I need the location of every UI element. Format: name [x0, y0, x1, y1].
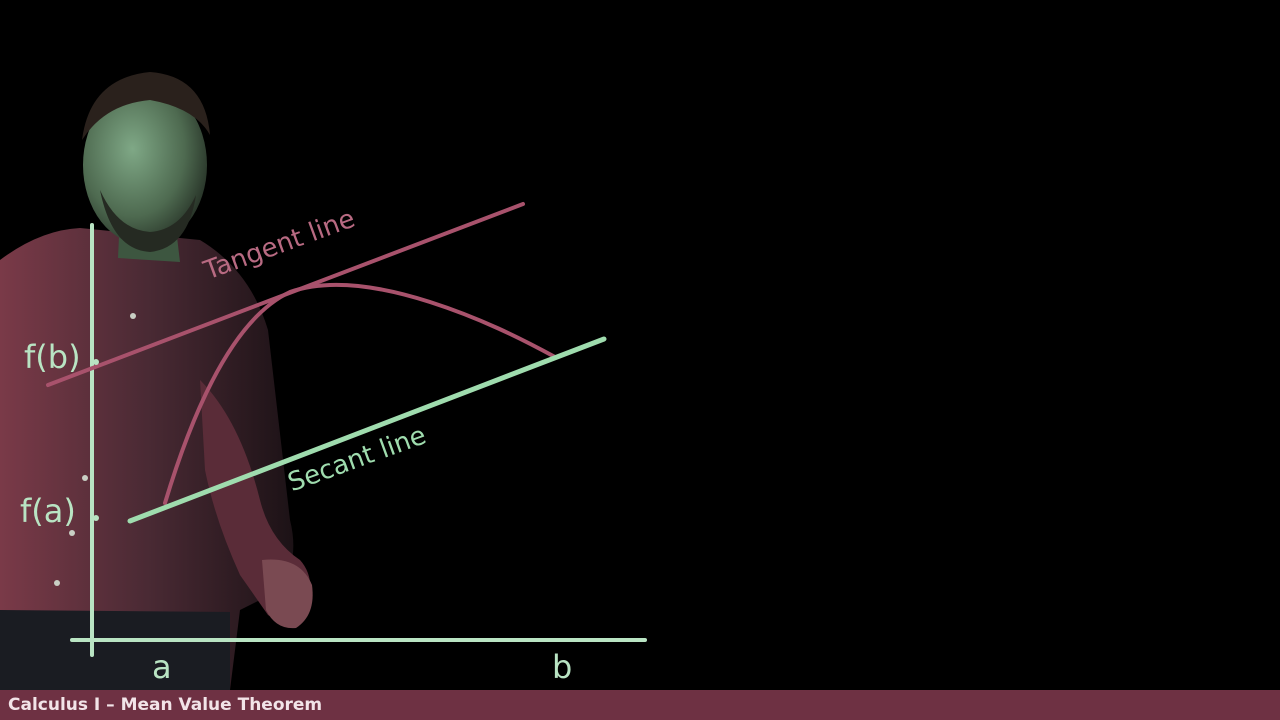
label-a: a [152, 648, 172, 686]
secant-line [127, 336, 607, 524]
video-frame: f(b) f(a) a b Tangent line Secant line C… [0, 0, 1280, 720]
label-f-of-a: f(a) [20, 492, 76, 530]
lecture-title-banner: Calculus I – Mean Value Theorem [0, 690, 1280, 720]
y-axis-tick-fb [93, 359, 99, 365]
y-axis-tick-fa [93, 515, 99, 521]
label-b: b [552, 648, 573, 686]
lightboard-graph [46, 202, 647, 657]
label-f-of-b: f(b) [24, 338, 81, 376]
lecture-title: Calculus I – Mean Value Theorem [8, 695, 323, 715]
